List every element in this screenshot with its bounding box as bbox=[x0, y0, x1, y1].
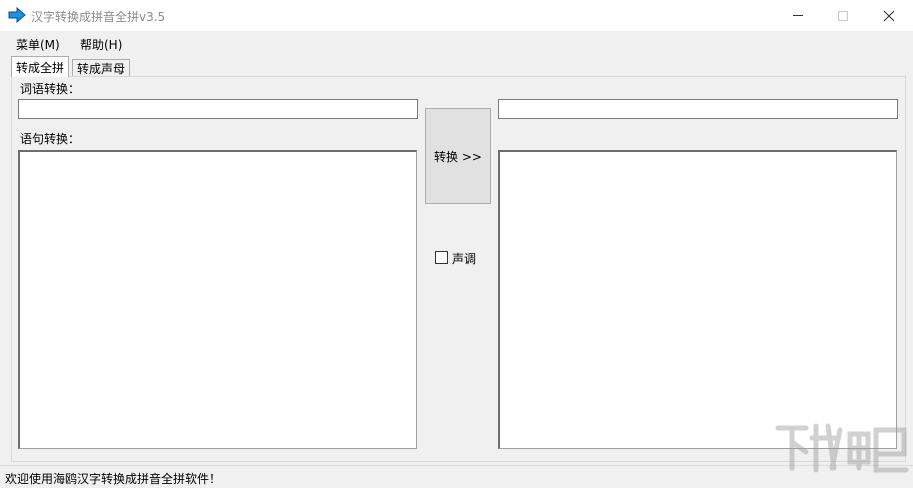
minimize-button[interactable] bbox=[775, 0, 821, 31]
window-title: 汉字转换成拼音全拼v3.5 bbox=[31, 10, 166, 24]
sentence-output[interactable] bbox=[498, 150, 897, 449]
menu-item-help[interactable]: 帮助(H) bbox=[80, 36, 122, 53]
word-output[interactable] bbox=[498, 99, 898, 119]
tab-initials[interactable]: 转成声母 bbox=[72, 59, 131, 76]
tone-checkbox[interactable] bbox=[435, 251, 448, 264]
maximize-button[interactable] bbox=[820, 0, 866, 31]
minimize-icon bbox=[793, 15, 803, 16]
status-text: 欢迎使用海鸥汉字转换成拼音全拼软件！ bbox=[5, 472, 222, 486]
close-button[interactable] bbox=[866, 0, 912, 31]
menu-item-menu[interactable]: 菜单(M) bbox=[16, 36, 60, 53]
tone-checkbox-label: 声调 bbox=[452, 252, 477, 266]
word-convert-label: 词语转换： bbox=[20, 82, 81, 96]
convert-button[interactable]: 转换 >> bbox=[425, 108, 491, 204]
sentence-input[interactable] bbox=[18, 150, 417, 449]
maximize-icon bbox=[838, 10, 848, 21]
watermark-logo bbox=[775, 423, 909, 473]
menu-bar: 菜单(M) 帮助(H) bbox=[0, 31, 913, 55]
blue-arrow-icon bbox=[8, 7, 26, 23]
word-input[interactable] bbox=[18, 99, 418, 119]
sentence-convert-label: 语句转换： bbox=[20, 132, 81, 146]
tab-full-pinyin[interactable]: 转成全拼 bbox=[11, 56, 70, 77]
title-bar[interactable]: 汉字转换成拼音全拼v3.5 bbox=[0, 0, 913, 31]
close-icon bbox=[883, 10, 895, 21]
